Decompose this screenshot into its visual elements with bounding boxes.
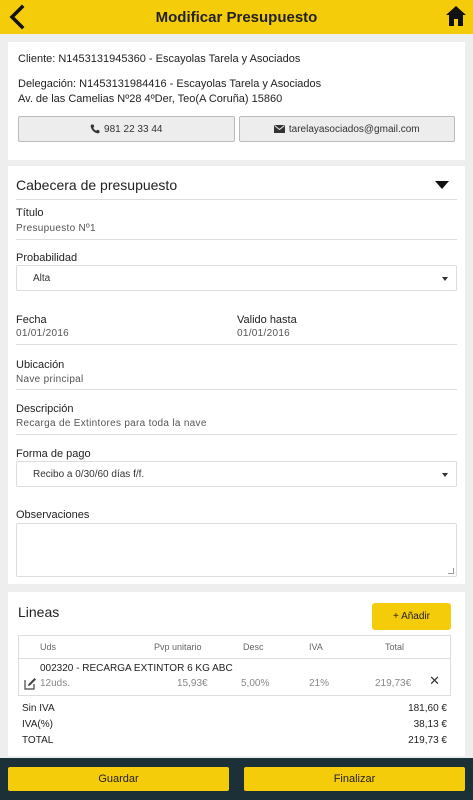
chevron-left-icon[interactable] — [6, 4, 30, 30]
lines-table: Uds Pvp unitario Desc IVA Total 002320 -… — [18, 635, 451, 696]
line-pvp: 15,93€ — [177, 678, 208, 689]
total-value: 219,73 € — [408, 735, 447, 746]
phone-icon — [90, 124, 100, 134]
section-title: Cabecera de presupuesto — [16, 177, 178, 193]
fecha-label: Fecha — [16, 314, 47, 326]
top-app-bar: Modificar Presupuesto — [0, 0, 473, 34]
line-desc: 5,00% — [241, 678, 270, 689]
fecha-field[interactable]: 01/01/2016 — [16, 328, 69, 339]
divider — [16, 434, 457, 435]
total-label: TOTAL — [22, 735, 54, 746]
total-value: 38,13 € — [413, 719, 447, 730]
descripcion-label: Descripción — [16, 403, 74, 415]
email-address: tarelayasociados@gmail.com — [288, 123, 420, 135]
probabilidad-label: Probabilidad — [16, 252, 78, 264]
forma-pago-select[interactable]: Recibo a 0/30/60 días f/f. — [16, 461, 457, 487]
divider — [19, 658, 450, 659]
column-header: Pvp unitario — [154, 642, 202, 652]
cliente-value: N1453131945360 - Escayolas Tarela y Asoc… — [58, 53, 301, 65]
email-button[interactable]: tarelayasociados@gmail.com — [238, 116, 455, 142]
home-icon[interactable] — [445, 5, 467, 27]
forma-pago-label: Forma de pago — [16, 448, 91, 460]
total-row: TOTAL 219,73 € — [22, 735, 447, 746]
guardar-button[interactable]: Guardar — [8, 767, 229, 791]
divider — [16, 199, 457, 200]
column-header: Total — [385, 642, 405, 652]
divider — [16, 389, 457, 390]
ubicacion-field[interactable]: Nave principal — [16, 374, 84, 385]
total-label: Sin IVA — [22, 703, 55, 714]
add-line-button[interactable]: + Añadir — [372, 603, 451, 630]
titulo-field[interactable]: Presupuesto Nº1 — [16, 223, 96, 234]
edit-icon[interactable] — [24, 677, 37, 690]
line-description: 002320 - RECARGA EXTINTOR 6 KG ABC — [40, 663, 233, 674]
probabilidad-value: Alta — [33, 272, 51, 284]
address: Av. de las Camelias Nº28 4ºDer, Teo(A Co… — [18, 93, 283, 105]
observaciones-textarea[interactable] — [16, 523, 457, 577]
delegacion-value: N1453131984416 - Escayolas Tarela y Asoc… — [79, 78, 322, 90]
phone-number: 981 22 33 44 — [104, 123, 163, 135]
valido-hasta-field[interactable]: 01/01/2016 — [237, 328, 290, 339]
line-iva: 21% — [309, 678, 330, 689]
budget-lines-card: Lineas + Añadir Uds Pvp unitario Desc IV… — [8, 592, 465, 756]
descripcion-field[interactable]: Recarga de Extintores para toda la nave — [16, 418, 207, 429]
lines-title: Lineas — [18, 604, 60, 620]
delete-line-icon[interactable]: ✕ — [429, 673, 440, 689]
column-header: Uds — [40, 642, 57, 652]
dropdown-arrow-icon — [442, 277, 448, 281]
observaciones-label: Observaciones — [16, 509, 90, 521]
delegacion-line: Delegación: N1453131984416 - Escayolas T… — [18, 77, 455, 92]
bottom-action-bar: Guardar Finalizar — [0, 758, 473, 800]
resize-handle-icon[interactable] — [448, 568, 454, 574]
client-card: Cliente: N1453131945360 - Escayolas Tare… — [8, 42, 465, 160]
probabilidad-select[interactable]: Alta — [16, 265, 457, 291]
total-row: IVA(%) 38,13 € — [22, 719, 447, 730]
cliente-line: Cliente: N1453131945360 - Escayolas Tare… — [18, 52, 455, 67]
total-label: IVA(%) — [22, 719, 53, 730]
total-value: 181,60 € — [408, 703, 447, 714]
valido-hasta-label: Valido hasta — [237, 314, 297, 326]
mail-icon — [273, 125, 285, 133]
collapse-caret-icon[interactable] — [435, 181, 449, 189]
forma-pago-value: Recibo a 0/30/60 días f/f. — [33, 468, 145, 480]
titulo-label: Título — [16, 207, 44, 219]
dropdown-arrow-icon — [442, 473, 448, 477]
divider — [16, 239, 457, 240]
column-header: Desc — [243, 642, 264, 652]
page-title: Modificar Presupuesto — [155, 8, 318, 26]
budget-header-form: Cabecera de presupuesto Título Presupues… — [8, 166, 465, 584]
delegacion-label: Delegación: — [18, 78, 77, 90]
divider — [16, 344, 457, 345]
line-uds: 12uds. — [40, 678, 71, 689]
finalizar-button[interactable]: Finalizar — [244, 767, 465, 791]
line-total: 219,73€ — [375, 678, 412, 689]
total-row: Sin IVA 181,60 € — [22, 703, 447, 714]
phone-button[interactable]: 981 22 33 44 — [18, 116, 235, 142]
ubicacion-label: Ubicación — [16, 359, 65, 371]
cliente-label: Cliente: — [18, 53, 56, 65]
column-header: IVA — [309, 642, 323, 652]
